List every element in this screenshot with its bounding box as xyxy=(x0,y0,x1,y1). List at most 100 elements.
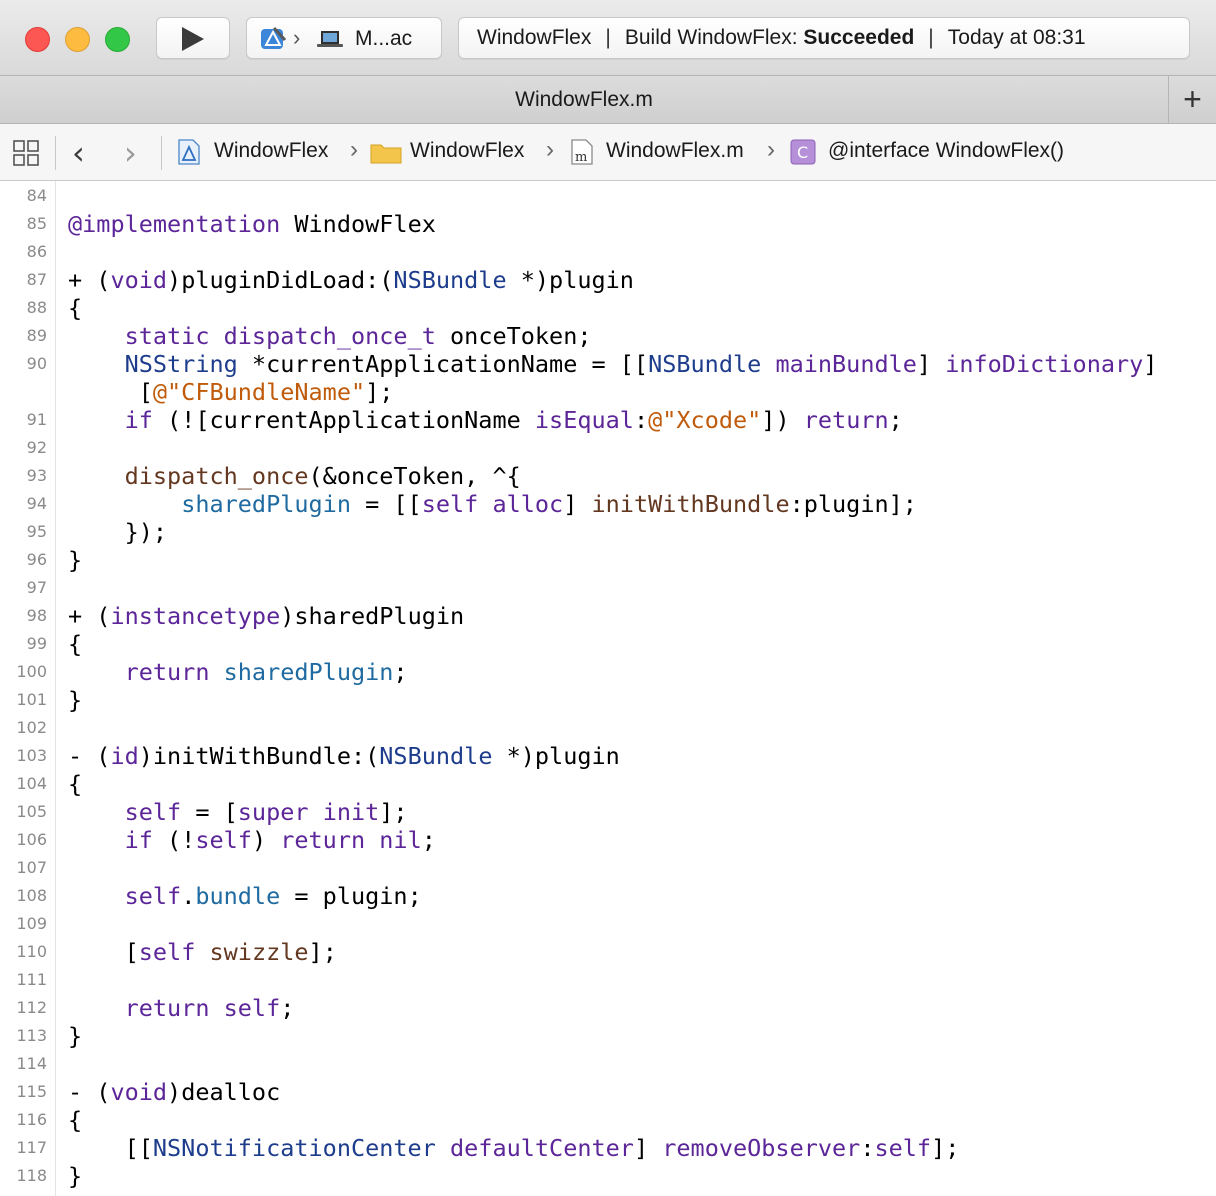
xcode-app-icon xyxy=(261,26,287,49)
line-number: 97 xyxy=(26,578,47,597)
activity-time: Today at 08:31 xyxy=(947,26,1086,49)
breadcrumb-project[interactable]: WindowFlex xyxy=(214,139,328,163)
activity-separator: | xyxy=(928,26,934,49)
activity-viewer: WindowFlex | Build WindowFlex: Succeeded | T… xyxy=(458,17,1190,59)
code-line: return sharedPlugin; xyxy=(124,658,408,686)
run-button[interactable] xyxy=(156,17,230,59)
code-line: NSString *currentApplicationName = [[NSB… xyxy=(124,350,1158,378)
line-number: 92 xyxy=(26,438,47,457)
line-number: 112 xyxy=(16,998,47,1017)
zoom-window-button[interactable] xyxy=(105,27,130,52)
line-number: 99 xyxy=(26,634,47,653)
line-number: 101 xyxy=(16,690,47,709)
code-line: }); xyxy=(68,518,168,546)
line-number: 84 xyxy=(26,186,47,205)
line-number: 107 xyxy=(16,858,47,877)
line-number: 91 xyxy=(26,410,47,429)
class-icon: C xyxy=(790,139,816,165)
chevron-right-icon: › xyxy=(350,136,358,163)
tab-windowflex-m[interactable]: WindowFlex.m xyxy=(0,76,1168,123)
forward-button[interactable]: › xyxy=(124,134,137,172)
code-line: - (id)initWithBundle:(NSBundle *)plugin xyxy=(68,742,620,770)
line-number: 113 xyxy=(16,1026,47,1045)
code-line: self = [super init]; xyxy=(124,798,408,826)
code-line: return self; xyxy=(124,994,295,1022)
m-file-icon: m xyxy=(571,139,593,165)
close-window-button[interactable] xyxy=(25,27,50,52)
code-line: [@"CFBundleName"]; xyxy=(68,378,394,406)
line-number: 105 xyxy=(16,802,47,821)
line-number: 93 xyxy=(26,466,47,485)
jump-bar: ‹ › WindowFlex › WindowFlex › m WindowFl… xyxy=(0,124,1216,181)
line-number: 88 xyxy=(26,298,47,317)
code-line: { xyxy=(68,294,83,322)
line-number: 98 xyxy=(26,606,47,625)
code-line: { xyxy=(68,1106,83,1134)
code-line: dispatch_once(&onceToken, ^{ xyxy=(124,462,521,490)
line-number: 90 xyxy=(26,354,47,373)
code-line: if (![currentApplicationName isEqual:@"X… xyxy=(124,406,903,434)
code-line: [self swizzle]; xyxy=(68,938,337,966)
code-line: @implementation WindowFlex xyxy=(68,210,436,238)
line-number: 115 xyxy=(16,1082,47,1101)
breadcrumb-file[interactable]: WindowFlex.m xyxy=(606,139,744,163)
back-button[interactable]: ‹ xyxy=(72,134,85,172)
code-line: + (void)pluginDidLoad:(NSBundle *)plugin xyxy=(68,266,634,294)
line-number: 106 xyxy=(16,830,47,849)
code-line: [[NSNotificationCenter defaultCenter] re… xyxy=(68,1134,960,1162)
line-number: 85 xyxy=(26,214,47,233)
chevron-right-icon: › xyxy=(546,136,554,163)
activity-separator: | xyxy=(605,26,611,49)
code-line: } xyxy=(68,1022,83,1050)
line-number: 95 xyxy=(26,522,47,541)
line-number: 111 xyxy=(16,970,47,989)
line-number: 116 xyxy=(16,1110,47,1129)
code-line: static dispatch_once_t onceToken; xyxy=(124,322,592,350)
line-number: 108 xyxy=(16,886,47,905)
code-line: } xyxy=(68,546,83,574)
add-tab-button[interactable]: + xyxy=(1168,76,1216,123)
project-icon xyxy=(178,139,200,165)
scheme-selector[interactable]: › M...ac xyxy=(246,17,442,59)
line-number: 102 xyxy=(16,718,47,737)
laptop-icon xyxy=(317,31,343,47)
build-status: Succeeded xyxy=(803,26,915,49)
line-number: 109 xyxy=(16,914,47,933)
line-number: 96 xyxy=(26,550,47,569)
related-items-icon[interactable] xyxy=(12,139,40,167)
activity-project: WindowFlex xyxy=(477,26,592,49)
line-number: 94 xyxy=(26,494,47,513)
svg-text:C: C xyxy=(797,143,808,162)
line-number: 104 xyxy=(16,774,47,793)
breadcrumb-symbol[interactable]: @interface WindowFlex() xyxy=(828,139,1064,163)
play-icon xyxy=(182,27,204,51)
line-number: 118 xyxy=(16,1166,47,1185)
line-number: 103 xyxy=(16,746,47,765)
divider xyxy=(161,136,162,170)
code-line: - (void)dealloc xyxy=(68,1078,281,1106)
line-number: 86 xyxy=(26,242,47,261)
code-line: if (!self) return nil; xyxy=(124,826,436,854)
line-number: 110 xyxy=(16,942,47,961)
minimize-window-button[interactable] xyxy=(65,27,90,52)
destination-label: M...ac xyxy=(355,27,413,50)
chevron-right-icon: › xyxy=(767,136,775,163)
code-line: self.bundle = plugin; xyxy=(124,882,422,910)
source-editor[interactable]: 84 85 86 87 88 89 90 91 92 93 94 95 96 9… xyxy=(0,181,1216,1196)
line-number: 114 xyxy=(16,1054,47,1073)
window-toolbar: › M...ac WindowFlex | Build WindowFlex: Su… xyxy=(0,0,1216,76)
folder-icon xyxy=(370,144,402,164)
breadcrumb-group[interactable]: WindowFlex xyxy=(410,139,524,163)
code-line: + (instancetype)sharedPlugin xyxy=(68,602,465,630)
code-line: { xyxy=(68,770,83,798)
line-number-gutter: 84 85 86 87 88 89 90 91 92 93 94 95 96 9… xyxy=(0,181,56,1196)
tab-bar: WindowFlex.m + xyxy=(0,76,1216,124)
divider xyxy=(55,136,56,170)
line-number: 117 xyxy=(16,1138,47,1157)
svg-text:m: m xyxy=(575,150,587,165)
activity-action: Build WindowFlex: xyxy=(624,26,804,49)
chevron-right-icon: › xyxy=(293,25,301,50)
code-line: sharedPlugin = [[self alloc] initWithBun… xyxy=(181,490,917,518)
code-line: { xyxy=(68,630,83,658)
line-number: 87 xyxy=(26,270,47,289)
